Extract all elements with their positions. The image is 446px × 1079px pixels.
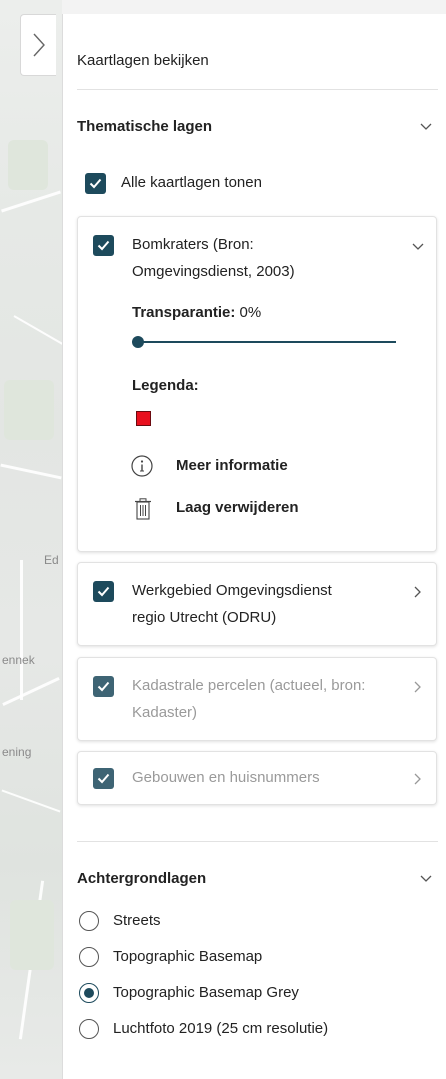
layer-card-gebouwen[interactable]: Gebouwen en huisnummers [77, 751, 437, 805]
map-label: ennek [2, 653, 35, 667]
layer-title: Kadastrale percelen (actueel, bron: [132, 677, 366, 694]
layers-panel: Kaartlagen bekijken Thematische lagen Al… [62, 14, 446, 1079]
chevron-right-icon[interactable] [411, 585, 425, 599]
layer-title-cont: Kadaster) [132, 704, 198, 721]
transparency-caption: Transparantie: [132, 304, 236, 321]
chevron-right-icon[interactable] [411, 680, 425, 694]
chevron-down-icon[interactable] [411, 240, 425, 254]
layer-checkbox[interactable] [93, 235, 114, 256]
map-label: Ed [44, 553, 59, 567]
radio-button[interactable] [79, 947, 99, 967]
layer-title: Bomkraters (Bron: [132, 236, 254, 253]
show-all-layers-label: Alle kaartlagen tonen [121, 174, 262, 191]
chevron-down-icon [420, 123, 432, 130]
basemap-section-title: Achtergrondlagen [77, 870, 207, 887]
panel-title: Kaartlagen bekijken [77, 52, 209, 69]
divider [77, 841, 438, 842]
layer-card-kadastrale-percelen[interactable]: Kadastrale percelen (actueel, bron: Kada… [77, 657, 437, 741]
more-info-label: Meer informatie [176, 457, 288, 474]
legend-label: Legenda: [132, 377, 199, 394]
info-icon [131, 455, 153, 477]
layer-card-bomkraters: Bomkraters (Bron: Omgevingsdienst, 2003)… [77, 216, 437, 552]
map-label: ening [2, 745, 32, 759]
layer-title-cont: regio Utrecht (ODRU) [132, 609, 277, 626]
radio-button[interactable] [79, 911, 99, 931]
radio-button-selected[interactable] [79, 983, 99, 1003]
layer-checkbox[interactable] [93, 768, 114, 789]
remove-layer-label: Laag verwijderen [176, 499, 299, 516]
trash-icon [135, 498, 151, 520]
layer-title: Werkgebied Omgevingsdienst [132, 582, 332, 599]
thematic-section-title: Thematische lagen [77, 118, 213, 135]
chevron-down-icon [420, 875, 432, 882]
transparency-value: 0% [239, 304, 262, 321]
map-background[interactable]: Ed ennek ening [0, 0, 62, 1079]
radio-button[interactable] [79, 1019, 99, 1039]
basemap-option-label: Streets [113, 912, 161, 929]
chevron-right-icon[interactable] [411, 772, 425, 786]
layer-card-werkgebied[interactable]: Werkgebied Omgevingsdienst regio Utrecht… [77, 562, 437, 646]
slider-handle[interactable] [132, 336, 144, 348]
basemap-option-label: Topographic Basemap [113, 948, 263, 965]
panel-toggle-button[interactable] [20, 14, 56, 76]
basemap-option-label: Luchtfoto 2019 (25 cm resolutie) [113, 1020, 329, 1037]
basemap-option-label: Topographic Basemap Grey [113, 984, 299, 1001]
chevron-right-icon [32, 33, 45, 57]
legend-swatch [136, 411, 151, 426]
layer-title: Gebouwen en huisnummers [132, 769, 320, 786]
transparency-label: Transparantie: 0% [132, 301, 261, 325]
divider [77, 89, 438, 90]
layer-checkbox[interactable] [93, 676, 114, 697]
layer-checkbox[interactable] [93, 581, 114, 602]
slider-track [138, 341, 396, 343]
checkbox-checked-icon [85, 173, 106, 194]
layer-title-cont: Omgevingsdienst, 2003) [132, 263, 295, 280]
